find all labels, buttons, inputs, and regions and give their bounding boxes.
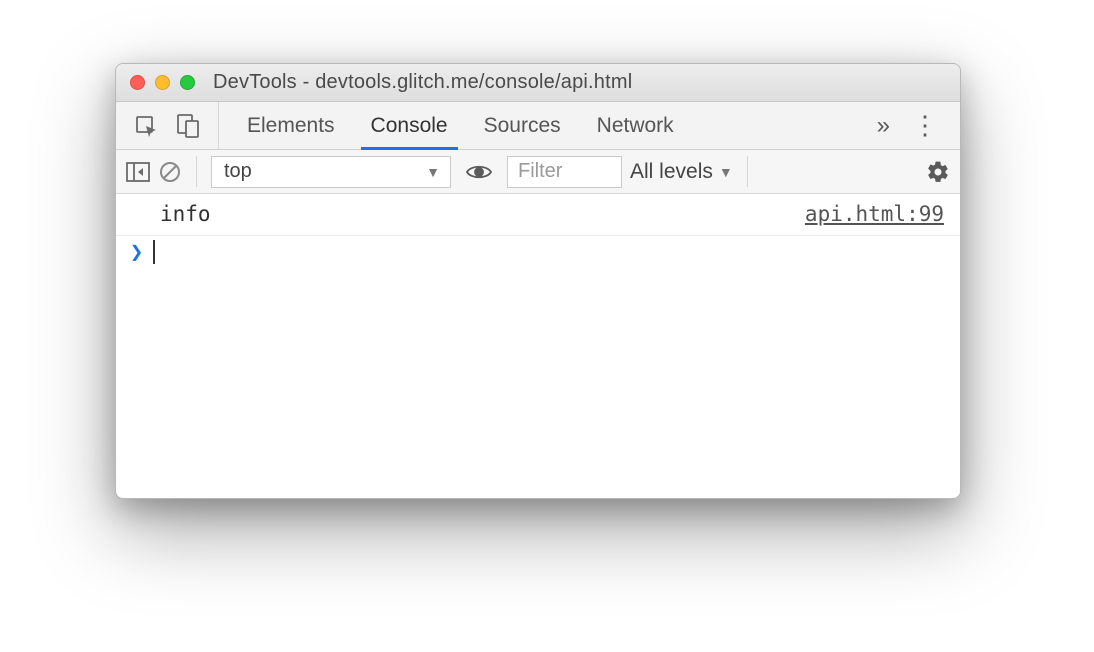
titlebar: DevTools - devtools.glitch.me/console/ap… xyxy=(116,64,960,102)
minimize-window-button[interactable] xyxy=(155,75,170,90)
tab-elements[interactable]: Elements xyxy=(229,102,353,149)
console-output: info api.html:99 ❯ xyxy=(116,194,960,269)
traffic-lights xyxy=(130,75,195,90)
close-window-button[interactable] xyxy=(130,75,145,90)
log-message: info xyxy=(160,198,805,231)
tab-sources[interactable]: Sources xyxy=(466,102,579,149)
tab-console[interactable]: Console xyxy=(353,102,466,149)
dropdown-triangle-icon: ▼ xyxy=(719,164,733,180)
dropdown-triangle-icon: ▼ xyxy=(426,164,440,180)
panel-tabs: Elements Console Sources Network xyxy=(219,102,692,149)
tab-network[interactable]: Network xyxy=(579,102,692,149)
prompt-chevron-icon: ❯ xyxy=(130,240,143,265)
window-title: DevTools - devtools.glitch.me/console/ap… xyxy=(213,71,632,94)
console-filter-bar: top ▼ All levels ▼ xyxy=(116,150,960,194)
log-levels-select[interactable]: All levels ▼ xyxy=(630,160,733,184)
tabbar: Elements Console Sources Network » ⋮ xyxy=(116,102,960,150)
text-cursor xyxy=(153,240,155,264)
kebab-menu-icon[interactable]: ⋮ xyxy=(912,110,938,141)
clear-console-icon[interactable] xyxy=(158,160,182,184)
inspect-element-icon[interactable] xyxy=(134,114,158,138)
filter-input[interactable] xyxy=(507,156,622,188)
show-console-sidebar-icon[interactable] xyxy=(126,162,150,182)
device-toolbar-icon[interactable] xyxy=(176,113,200,139)
execution-context-select[interactable]: top ▼ xyxy=(211,156,451,188)
console-prompt[interactable]: ❯ xyxy=(116,236,960,269)
log-levels-label: All levels xyxy=(630,160,713,184)
execution-context-label: top xyxy=(224,160,252,183)
live-expression-icon[interactable] xyxy=(459,162,499,182)
log-source-link[interactable]: api.html:99 xyxy=(805,198,944,231)
more-tabs-icon[interactable]: » xyxy=(877,112,890,140)
devtools-window: DevTools - devtools.glitch.me/console/ap… xyxy=(115,63,961,499)
console-settings-icon[interactable] xyxy=(926,160,950,184)
maximize-window-button[interactable] xyxy=(180,75,195,90)
log-row: info api.html:99 xyxy=(116,194,960,236)
